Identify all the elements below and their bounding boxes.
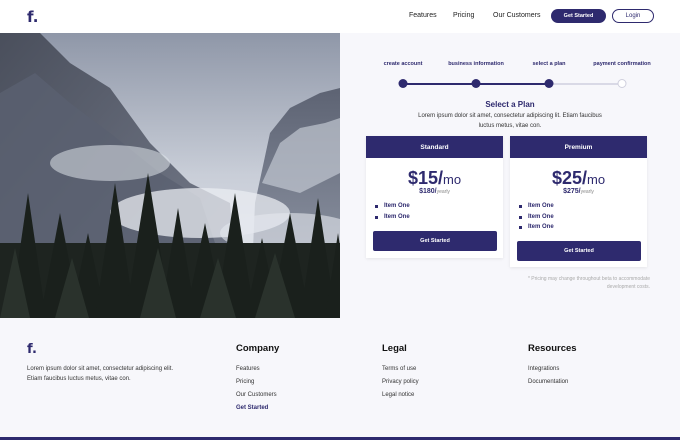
price-period: mo xyxy=(442,172,462,187)
yearly-amount: $275/ xyxy=(563,188,581,195)
footer-link-documentation[interactable]: Documentation xyxy=(528,379,568,385)
login-button[interactable]: Login xyxy=(612,9,654,23)
footer-link-pricing[interactable]: Pricing xyxy=(236,379,254,385)
list-item: Item One xyxy=(519,224,554,235)
yearly-label: yearly xyxy=(436,189,450,195)
step-dot-3 xyxy=(544,79,554,88)
footer-link-integrations[interactable]: Integrations xyxy=(528,366,559,372)
yearly-amount: $180/ xyxy=(419,188,437,195)
premium-get-started-button[interactable]: Get Started xyxy=(517,241,641,261)
price-amount: $15/ xyxy=(407,168,443,188)
nav-our-customers[interactable]: Our Customers xyxy=(493,12,540,19)
step-dot-4 xyxy=(617,79,627,88)
step-dot-2 xyxy=(471,79,481,88)
footer-link-get-started[interactable]: Get Started xyxy=(236,405,268,411)
section-description: Lorem ipsum dolor sit amet, consectetur … xyxy=(418,113,602,129)
site-footer: f. Lorem ipsum dolor sit amet, consectet… xyxy=(0,318,680,440)
step-dot-1 xyxy=(398,79,408,88)
site-header: f. Features Pricing Our Customers Get St… xyxy=(0,0,680,33)
footer-column-title-resources: Resources xyxy=(528,343,577,354)
list-item: Item One xyxy=(375,214,410,225)
plan-card-standard: Standard $15/mo $180/yearly Item One Ite… xyxy=(366,136,503,258)
list-item: Item One xyxy=(519,214,554,225)
plan-selection-panel: create account business information sele… xyxy=(340,33,680,318)
plan-price: $15/mo xyxy=(366,168,503,189)
step-label-select-plan: select a plan xyxy=(532,61,566,67)
plan-yearly-price: $180/yearly xyxy=(366,188,503,195)
plan-features: Item One Item One xyxy=(375,203,410,224)
plan-features: Item One Item One Item One xyxy=(519,203,554,235)
step-label-payment-confirmation: payment confirmation xyxy=(593,61,651,67)
section-title: Select a Plan xyxy=(485,100,535,109)
footer-link-privacy[interactable]: Privacy policy xyxy=(382,379,419,385)
footer-link-our-customers[interactable]: Our Customers xyxy=(236,392,277,398)
pricing-note: * Pricing may change throughout beta to … xyxy=(527,276,650,290)
step-label-create-account: create account xyxy=(383,61,423,67)
nav-features[interactable]: Features xyxy=(409,12,437,19)
plan-card-premium: Premium $25/mo $275/yearly Item One Item… xyxy=(510,136,647,267)
step-label-business-information: business information xyxy=(448,61,504,67)
progress-line-remaining xyxy=(549,83,622,85)
list-item: Item One xyxy=(519,203,554,214)
nav-pricing[interactable]: Pricing xyxy=(453,12,474,19)
price-period: mo xyxy=(586,172,606,187)
logo[interactable]: f. xyxy=(27,8,38,26)
plan-name: Standard xyxy=(366,136,503,158)
get-started-button[interactable]: Get Started xyxy=(551,9,606,23)
footer-description: Lorem ipsum dolor sit amet, consectetur … xyxy=(27,366,174,382)
price-amount: $25/ xyxy=(551,168,587,188)
footer-column-title-legal: Legal xyxy=(382,343,407,354)
list-item: Item One xyxy=(375,203,410,214)
plan-price: $25/mo xyxy=(510,168,647,189)
yearly-label: yearly xyxy=(580,189,594,195)
footer-column-title-company: Company xyxy=(236,343,280,354)
footer-logo[interactable]: f. xyxy=(27,342,37,357)
plan-name: Premium xyxy=(510,136,647,158)
standard-get-started-button[interactable]: Get Started xyxy=(373,231,497,251)
footer-link-features[interactable]: Features xyxy=(236,366,260,372)
plan-yearly-price: $275/yearly xyxy=(510,188,647,195)
footer-link-legal-notice[interactable]: Legal notice xyxy=(382,392,414,398)
mountain-forest-image xyxy=(0,33,340,318)
footer-link-terms[interactable]: Terms of use xyxy=(382,366,416,372)
